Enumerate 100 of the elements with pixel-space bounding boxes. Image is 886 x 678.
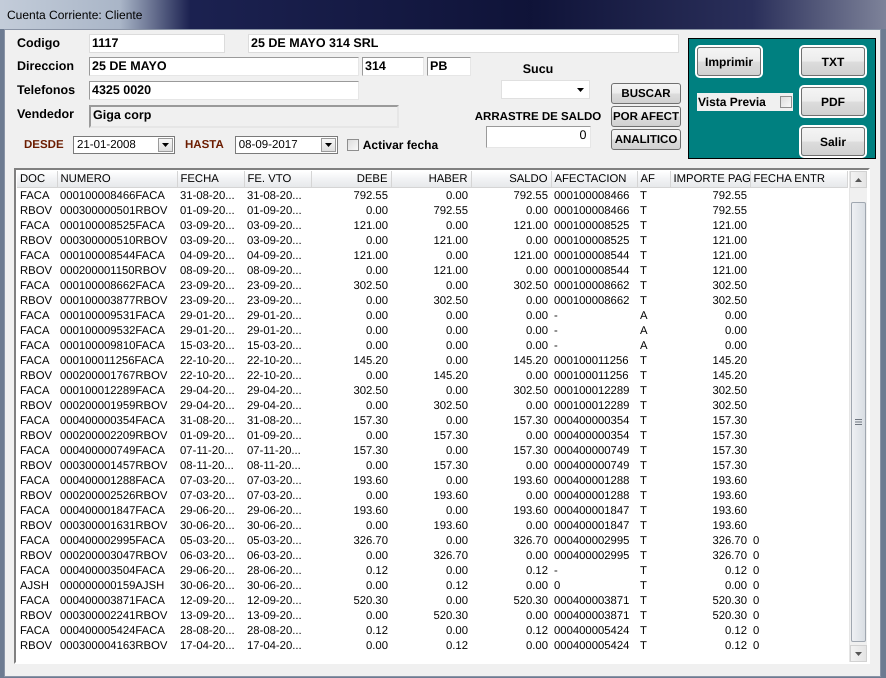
column-header[interactable]: AF xyxy=(637,171,670,188)
table-cell-text: 000100008544 xyxy=(553,264,630,278)
table-cell-text: 302.50 xyxy=(352,278,389,293)
table-cell-text: 22-10-20... xyxy=(179,354,236,368)
checkbox[interactable]: Vista Previa xyxy=(697,93,793,111)
text-field[interactable]: 1117 xyxy=(89,34,225,53)
table-cell-text: 0.12 xyxy=(724,638,748,653)
table-cell-text: 22-10-20... xyxy=(246,368,303,383)
export-button[interactable]: Salir xyxy=(801,127,865,156)
table-cell-text: 07-03-20... xyxy=(179,474,236,488)
table-cell-text: 000400001288 xyxy=(553,488,630,503)
table-cell-text: 000100008525 xyxy=(553,218,630,233)
table-cell-text: 03-09-20... xyxy=(179,234,236,248)
column-header[interactable]: DOC xyxy=(17,171,57,188)
table-cell-text: 000100011256FACA xyxy=(59,354,166,368)
table-cell-text: T xyxy=(639,564,648,578)
table-cell-text: 0.12 xyxy=(445,638,469,653)
table-cell-text: T xyxy=(639,204,648,218)
table-cell-text: 157.30 xyxy=(432,428,469,443)
text-field[interactable]: 25 DE MAYO 314 SRL xyxy=(248,34,679,53)
table-cell-text: 05-03-20... xyxy=(179,534,236,548)
table-cell-text: 0.00 xyxy=(365,234,389,248)
table-cell-text: 0.00 xyxy=(365,518,389,533)
table-cell-text: 000300001457RBOV xyxy=(59,458,168,473)
table-cell-text: 000400001847FACA xyxy=(59,504,166,518)
action-button[interactable]: POR AFECT xyxy=(611,106,681,127)
table-cell-text: 0.00 xyxy=(365,204,389,218)
table-cell-text: 0.00 xyxy=(724,324,748,338)
table-cell-text: 000100012289 xyxy=(553,398,630,413)
table-cell-text: 302.50 xyxy=(711,384,748,398)
date-dropdown[interactable]: 08-09-2017 xyxy=(234,136,338,154)
table-cell-text: RBOV xyxy=(19,234,54,248)
grip-icon xyxy=(855,419,862,425)
table-cell-text: - xyxy=(553,338,559,353)
table-cell-text: 08-11-20... xyxy=(179,458,235,473)
table-cell-text: T xyxy=(639,474,648,488)
table-cell-text: FACA xyxy=(19,308,51,323)
table-cell-text: 000100009532FACA xyxy=(59,324,166,338)
column-header[interactable]: NUMERO xyxy=(57,171,177,188)
table-cell-text: RBOV xyxy=(19,638,54,653)
table-cell-text: 0.00 xyxy=(365,428,389,443)
table-cell-text: 0.00 xyxy=(365,294,389,308)
table-cell-text: 0.00 xyxy=(525,608,549,623)
table-cell-text: 302.50 xyxy=(711,294,748,308)
checkbox[interactable]: Activar fecha xyxy=(346,138,438,152)
action-button[interactable]: BUSCAR xyxy=(611,83,681,104)
table-cell-text: 29-04-20... xyxy=(179,384,236,398)
export-button[interactable]: TXT xyxy=(801,47,865,76)
table-cell-text: 000200001150RBOV xyxy=(59,264,168,278)
column-header[interactable]: FECHA xyxy=(177,171,244,188)
table-cell-text: 0.00 xyxy=(724,578,748,593)
table-cell-text: 0 xyxy=(752,594,760,608)
table-cell-text: - xyxy=(553,324,559,338)
table-cell-text: FACA xyxy=(19,248,51,263)
table-cell-text: 0 xyxy=(752,608,760,623)
text-field[interactable]: PB xyxy=(427,57,471,76)
table-cell-text: AJSH xyxy=(19,578,50,593)
column-header[interactable]: HABER xyxy=(391,171,471,188)
table-cell-text: 03-09-20... xyxy=(246,234,303,248)
scrollbar[interactable] xyxy=(849,171,867,662)
table-cell-text: 000400002995 xyxy=(553,548,630,563)
caret-icon[interactable] xyxy=(158,138,173,152)
column-header[interactable]: FECHA ENTR xyxy=(750,171,847,188)
table-cell-text: 193.60 xyxy=(512,504,549,518)
scroll-thumb[interactable] xyxy=(851,202,866,642)
table-cell-text: 0.12 xyxy=(365,624,389,638)
table-cell-text: T xyxy=(639,504,648,518)
column-header[interactable]: IMPORTE PAG xyxy=(670,171,750,188)
print-button[interactable]: Imprimir xyxy=(697,47,761,76)
text-field[interactable]: Giga corp xyxy=(89,105,399,128)
window-title: Cuenta Corriente: Cliente xyxy=(7,8,142,22)
table-cell-text: T xyxy=(639,368,648,383)
table-cell-text: 000400001847 xyxy=(553,504,630,518)
table-cell-text: 000400003504FACA xyxy=(59,564,166,578)
table-cell-text: 121.00 xyxy=(711,264,748,278)
table-cell-text: T xyxy=(639,414,648,428)
table-cell-text: 0.00 xyxy=(724,338,748,353)
table-cell-text: 0.00 xyxy=(525,368,549,383)
column-header[interactable]: FE. VTO xyxy=(244,171,311,188)
table-cell-text: 0.00 xyxy=(445,248,469,263)
text-field[interactable]: 314 xyxy=(362,57,424,76)
table-cell-text: 000200002209RBOV xyxy=(59,428,168,443)
table-cell-text: 000200001767RBOV xyxy=(59,368,168,383)
text-field[interactable]: 0 xyxy=(486,126,590,148)
table-cell-text: 0.00 xyxy=(365,338,389,353)
action-button[interactable]: ANALITICO xyxy=(611,129,681,150)
table-cell-text: 0.00 xyxy=(525,638,549,653)
text-field[interactable]: 4325 0020 xyxy=(89,81,359,100)
table-cell-text: - xyxy=(553,564,559,578)
column-header[interactable]: AFECTACION xyxy=(551,171,637,188)
text-field[interactable]: 25 DE MAYO xyxy=(89,57,359,76)
column-header[interactable]: SALDO xyxy=(471,171,551,188)
column-header[interactable]: DEBE xyxy=(311,171,391,188)
export-button[interactable]: PDF xyxy=(801,87,865,116)
scroll-up-icon[interactable] xyxy=(855,178,862,182)
date-dropdown[interactable]: 21-01-2008 xyxy=(73,136,175,154)
table-cell-text: 0.00 xyxy=(445,324,469,338)
scroll-down-icon[interactable] xyxy=(855,652,862,656)
table-cell-text: RBOV xyxy=(19,368,54,383)
caret-icon[interactable] xyxy=(320,138,336,152)
